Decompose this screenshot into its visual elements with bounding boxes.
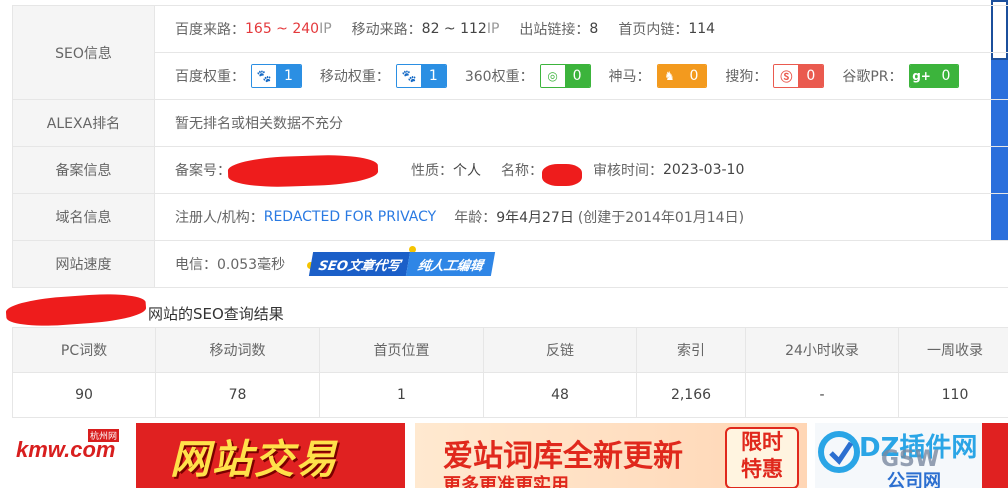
mobile-weight-value: 1 <box>420 65 446 87</box>
redaction-mark <box>542 164 582 186</box>
icp-number-label: 备案号： <box>175 163 231 179</box>
ad1-headline: 网站交易 <box>170 437 338 483</box>
google-plus-icon: g+ <box>909 65 934 87</box>
value-backlinks[interactable]: 48 <box>483 372 637 418</box>
baidu-traffic-unit: IP <box>319 21 332 37</box>
mobile-traffic-label: 移动来路： <box>351 22 422 38</box>
icp-row: 备案信息 备案号： 性质： 个人 名称： 审核时间： 2023-03-10 <box>12 147 1008 194</box>
seo-info-row: SEO信息 百度来路： 165 ~ 240 IP 移动来路： 82 ~ 112 … <box>12 6 1008 100</box>
domain-row: 域名信息 注册人/机构： REDACTED FOR PRIVACY 年龄： 9年… <box>12 194 1008 241</box>
mobile-traffic-value[interactable]: 82 ~ 112 <box>422 21 487 37</box>
value-24h: - <box>745 372 899 418</box>
registrant-value[interactable]: REDACTED FOR PRIVACY <box>264 209 436 225</box>
value-week: 110 <box>898 372 1008 418</box>
seo-writing-banner[interactable]: SEO文章代写 纯人工编辑 <box>307 246 496 276</box>
weight-360-label: 360权重： <box>464 69 534 85</box>
value-pc-words[interactable]: 90 <box>12 372 156 418</box>
redaction-mark <box>5 291 147 329</box>
header-backlinks: 反链 <box>483 327 637 373</box>
weights-line: 百度权重： 🐾 1 移动权重： 🐾 1 360权重： ◎ 0 神马： ♞ 0 搜狗： Ⓢ… <box>155 52 1008 99</box>
traffic-line: 百度来路： 165 ~ 240 IP 移动来路： 82 ~ 112 IP 出站链… <box>155 6 1008 52</box>
shenma-value: 0 <box>681 65 707 87</box>
mobile-traffic-unit: IP <box>486 21 500 37</box>
icp-audit-label: 审核时间： <box>593 163 663 179</box>
alexa-label: ALEXA排名 <box>12 100 155 146</box>
baidu-traffic-value[interactable]: 165 ~ 240 <box>245 21 319 37</box>
value-homepage-position: 1 <box>319 372 484 418</box>
shenma-badge[interactable]: ♞ 0 <box>656 64 708 88</box>
weight-360-value: 0 <box>564 65 590 87</box>
paw-icon: 🐾 <box>252 65 276 87</box>
results-data-row: 90 78 1 48 2,166 - 110 <box>12 372 1008 418</box>
baidu-weight-label: 百度权重： <box>175 69 245 85</box>
kmw-logo: kmw.com 杭州网 <box>12 423 136 488</box>
ad3-company: 公司网 <box>887 471 941 488</box>
header-index: 索引 <box>636 327 746 373</box>
ad2-title: 爱站词库全新更新 <box>443 439 683 474</box>
icp-nature-label: 性质： <box>411 163 453 179</box>
seo-info-label: SEO信息 <box>12 6 155 99</box>
results-header-row: PC词数 移动词数 首页位置 反链 索引 24小时收录 一周收录 <box>12 327 1008 373</box>
ad2-subtitle: 更多更准更实用 <box>443 475 569 488</box>
value-index[interactable]: 2,166 <box>636 372 746 418</box>
ad-website-trade[interactable]: kmw.com 杭州网 网站交易 <box>12 423 405 488</box>
mobile-weight-badge[interactable]: 🐾 1 <box>395 64 447 88</box>
google-label: 谷歌PR： <box>842 69 903 85</box>
registrant-label: 注册人/机构： <box>175 210 264 226</box>
telecom-value: 0.053毫秒 <box>217 257 286 273</box>
alexa-row: ALEXA排名 暂无排名或相关数据不充分 <box>12 100 1008 147</box>
age-value: 9年4月27日 <box>496 210 574 226</box>
header-24h: 24小时收录 <box>745 327 899 373</box>
ad2-promo-line1: 限时 <box>741 430 783 454</box>
dz-logo-icon <box>818 431 860 473</box>
outbound-label: 出站链接： <box>519 22 590 38</box>
banner-seo-text: SEO文章代写 <box>308 252 411 276</box>
mobile-weight-label: 移动权重： <box>319 69 390 85</box>
icp-nature-value: 个人 <box>453 163 481 179</box>
header-mobile-words: 移动词数 <box>155 327 320 373</box>
banner-manual-text: 纯人工编辑 <box>406 252 496 276</box>
weight-360-badge[interactable]: ◎ 0 <box>539 64 591 88</box>
ad3-red-edge <box>982 423 1008 488</box>
domain-label: 域名信息 <box>12 194 155 240</box>
baidu-weight-value: 1 <box>276 65 301 87</box>
header-pc-words: PC词数 <box>12 327 156 373</box>
baidu-weight-badge[interactable]: 🐾 1 <box>251 64 302 88</box>
icp-label: 备案信息 <box>12 147 155 193</box>
ring-icon: ◎ <box>540 65 565 87</box>
sogou-badge[interactable]: Ⓢ 0 <box>773 64 825 88</box>
google-value: 0 <box>933 65 959 87</box>
paw-icon: 🐾 <box>396 65 421 87</box>
kmw-logo-tag: 杭州网 <box>88 429 120 442</box>
results-table: PC词数 移动词数 首页位置 反链 索引 24小时收录 一周收录 90 78 1… <box>12 327 1008 418</box>
age-label: 年龄： <box>454 210 497 226</box>
baidu-traffic-label: 百度来路： <box>175 22 245 38</box>
ad2-promo-line2: 特惠 <box>741 457 783 481</box>
ad-strip: kmw.com 杭州网 网站交易 爱站词库全新更新 更多更准更实用 限时特惠 D… <box>12 423 1008 488</box>
outbound-value[interactable]: 8 <box>589 21 598 37</box>
ad-aizhan-wordbank[interactable]: 爱站词库全新更新 更多更准更实用 限时特惠 <box>415 423 807 488</box>
sogou-icon: Ⓢ <box>774 65 799 87</box>
ad2-promo-box: 限时 特惠 <box>725 427 799 488</box>
sogou-label: 搜狗： <box>725 69 768 85</box>
value-mobile-words[interactable]: 78 <box>155 372 320 418</box>
google-badge[interactable]: g+ 0 <box>908 64 960 88</box>
telecom-label: 电信： <box>175 257 217 273</box>
shenma-label: 神马： <box>608 69 651 85</box>
inner-links-value[interactable]: 114 <box>688 21 715 37</box>
header-homepage-position: 首页位置 <box>319 327 484 373</box>
icp-audit-value: 2023-03-10 <box>663 162 745 178</box>
sogou-value: 0 <box>798 65 824 87</box>
header-week: 一周收录 <box>898 327 1008 373</box>
icp-name-label: 名称： <box>501 163 543 179</box>
inner-links-label: 首页内链： <box>618 22 689 38</box>
site-info-table: SEO信息 百度来路： 165 ~ 240 IP 移动来路： 82 ~ 112 … <box>12 5 1008 288</box>
alexa-value: 暂无排名或相关数据不充分 <box>175 116 343 132</box>
horse-icon: ♞ <box>657 65 682 87</box>
results-title: 网站的SEO查询结果 <box>148 305 284 323</box>
speed-label: 网站速度 <box>12 241 155 287</box>
created-value: (创建于2014年01月14日) <box>577 210 745 226</box>
speed-row: 网站速度 电信： 0.053毫秒 SEO文章代写 纯人工编辑 <box>12 241 1008 288</box>
ad-dz-plugin[interactable]: DZ插件网 GSW 公司网 <box>815 423 1008 488</box>
